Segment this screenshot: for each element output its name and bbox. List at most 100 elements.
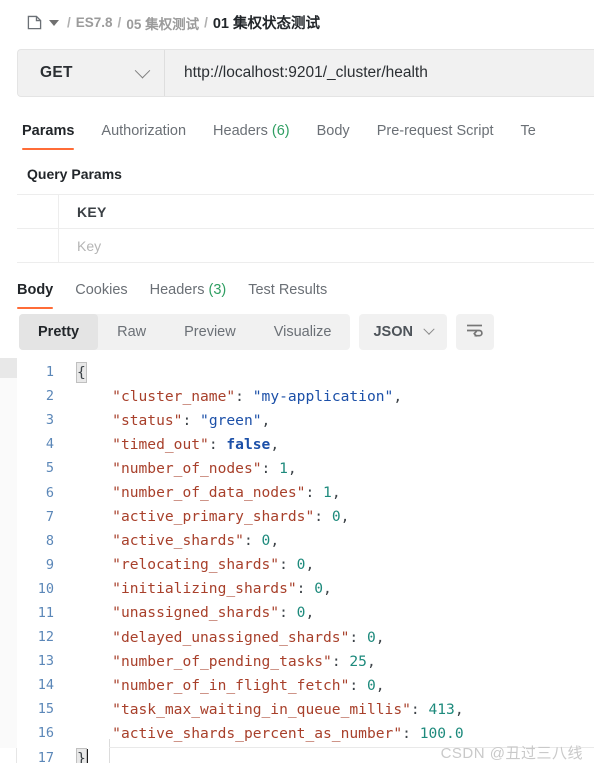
code-token: , [323,580,332,598]
breadcrumb-item-folder[interactable]: 05 集权测试 [126,13,199,33]
tab-body[interactable]: Body [317,123,350,150]
tab-pre-request-script-label: Pre-request Script [376,123,494,139]
code-token: , [305,556,315,574]
code-token: : [331,652,350,670]
view-mode-visualize[interactable]: Visualize [255,314,351,350]
code-token: "unassigned_shards" [112,604,280,622]
code-token: "cluster_name" [112,387,236,405]
tab-params[interactable]: Params [22,123,75,150]
code-token: "my-application" [252,387,394,405]
code-token: , [375,628,385,646]
code-token: "active_primary_shards" [112,508,315,526]
row-checkbox[interactable] [17,229,59,262]
code-token: : [182,411,201,429]
code-line-content[interactable]: "number_of_pending_tasks": 25, [67,649,594,673]
code-token: 0 [261,532,271,550]
breadcrumb-item-collection[interactable]: ES7.8 [76,15,113,30]
tab-response-body-label: Body [17,282,54,298]
line-number: 4 [45,436,54,453]
code-line-content[interactable]: "task_max_waiting_in_queue_millis": 413, [67,697,594,721]
code-line-content[interactable]: "number_of_nodes": 1, [67,456,594,480]
code-line-content[interactable]: "timed_out": false, [67,432,594,456]
code-token: 0 [314,580,324,598]
rail-segment-bottom [0,378,17,748]
table-row: Key [17,229,594,263]
code-token: 25 [349,652,367,670]
code-line-content[interactable]: "delayed_unassigned_shards": 0, [67,625,594,649]
code-token: 413 [428,700,455,718]
bottom-strip [0,763,594,775]
view-mode-raw-label: Raw [117,324,147,340]
code-token: 0 [331,508,341,526]
http-method-label: GET [40,64,73,81]
code-line-content[interactable]: "number_of_in_flight_fetch": 0, [67,673,594,697]
code-line-content[interactable]: "number_of_data_nodes": 1, [67,480,594,504]
line-number: 15 [37,701,54,718]
code-token: : [279,604,297,622]
code-line-content[interactable]: "active_shards": 0, [67,529,594,553]
code-token: : [208,435,227,453]
code-token: : [402,724,420,742]
left-rail [0,0,17,775]
code-token: "active_shards" [112,532,244,550]
request-tabs: Params Authorization Headers (6) Body Pr… [0,107,594,150]
folder-icon [27,15,42,30]
view-mode-pretty[interactable]: Pretty [19,314,99,350]
code-token: : [349,628,367,646]
tab-response-headers[interactable]: Headers (3) [150,282,227,309]
code-token: : [243,532,262,550]
code-token: 0 [366,676,376,694]
word-wrap-button[interactable] [455,314,494,350]
tab-headers[interactable]: Headers (6) [213,123,290,150]
code-line: 7 "active_primary_shards": 0, [17,505,594,529]
tab-test-results[interactable]: Test Results [248,282,327,309]
code-token: : [349,676,367,694]
code-token: 100.0 [419,724,464,742]
code-token: "delayed_unassigned_shards" [112,628,350,646]
code-token: "task_max_waiting_in_queue_millis" [112,700,411,718]
tab-pre-request-script[interactable]: Pre-request Script [377,123,494,150]
code-line: 15 "task_max_waiting_in_queue_millis": 4… [17,697,594,721]
http-method-dropdown[interactable]: GET [18,50,165,96]
code-line-content[interactable]: "relocating_shards": 0, [67,553,594,577]
code-line-content[interactable]: "initializing_shards": 0, [67,577,594,601]
code-token: , [270,435,280,453]
watermark: CSDN @丑过三八线 [440,745,583,762]
tab-response-body[interactable]: Body [17,282,54,309]
code-line-content[interactable]: "unassigned_shards": 0, [67,601,594,625]
code-line-content[interactable]: "status": "green", [67,408,594,432]
tab-params-label: Params [22,123,75,139]
code-editor: 1{2 "cluster_name": "my-application", 3 "… [17,360,594,770]
view-mode-preview[interactable]: Preview [165,314,255,350]
url-bar-group: GET [17,49,594,97]
response-format-dropdown[interactable]: JSON [359,314,447,350]
code-line: 10 "initializing_shards": 0, [17,577,594,601]
view-mode-raw[interactable]: Raw [98,314,165,350]
code-line-content[interactable]: "cluster_name": "my-application", [67,384,594,408]
code-line-content[interactable]: "active_primary_shards": 0, [67,505,594,529]
code-line-content[interactable]: { [67,360,594,384]
request-url-input[interactable] [165,50,594,96]
key-input[interactable]: Key [59,229,594,262]
query-params-checkbox-column-header [17,195,59,228]
chevron-down-icon[interactable] [49,19,59,26]
tab-authorization-label: Authorization [101,123,187,139]
code-token: : [296,580,315,598]
tab-tests[interactable]: Te [521,123,536,150]
line-number: 8 [45,532,54,549]
tab-body-label: Body [316,123,350,139]
code-token: , [287,459,297,477]
response-body-viewer[interactable]: 1{2 "cluster_name": "my-application", 3 "… [17,355,594,775]
code-token: "green" [200,411,262,429]
tab-tests-label: Te [520,123,536,139]
tab-response-cookies[interactable]: Cookies [75,282,127,309]
tab-authorization[interactable]: Authorization [101,123,186,150]
